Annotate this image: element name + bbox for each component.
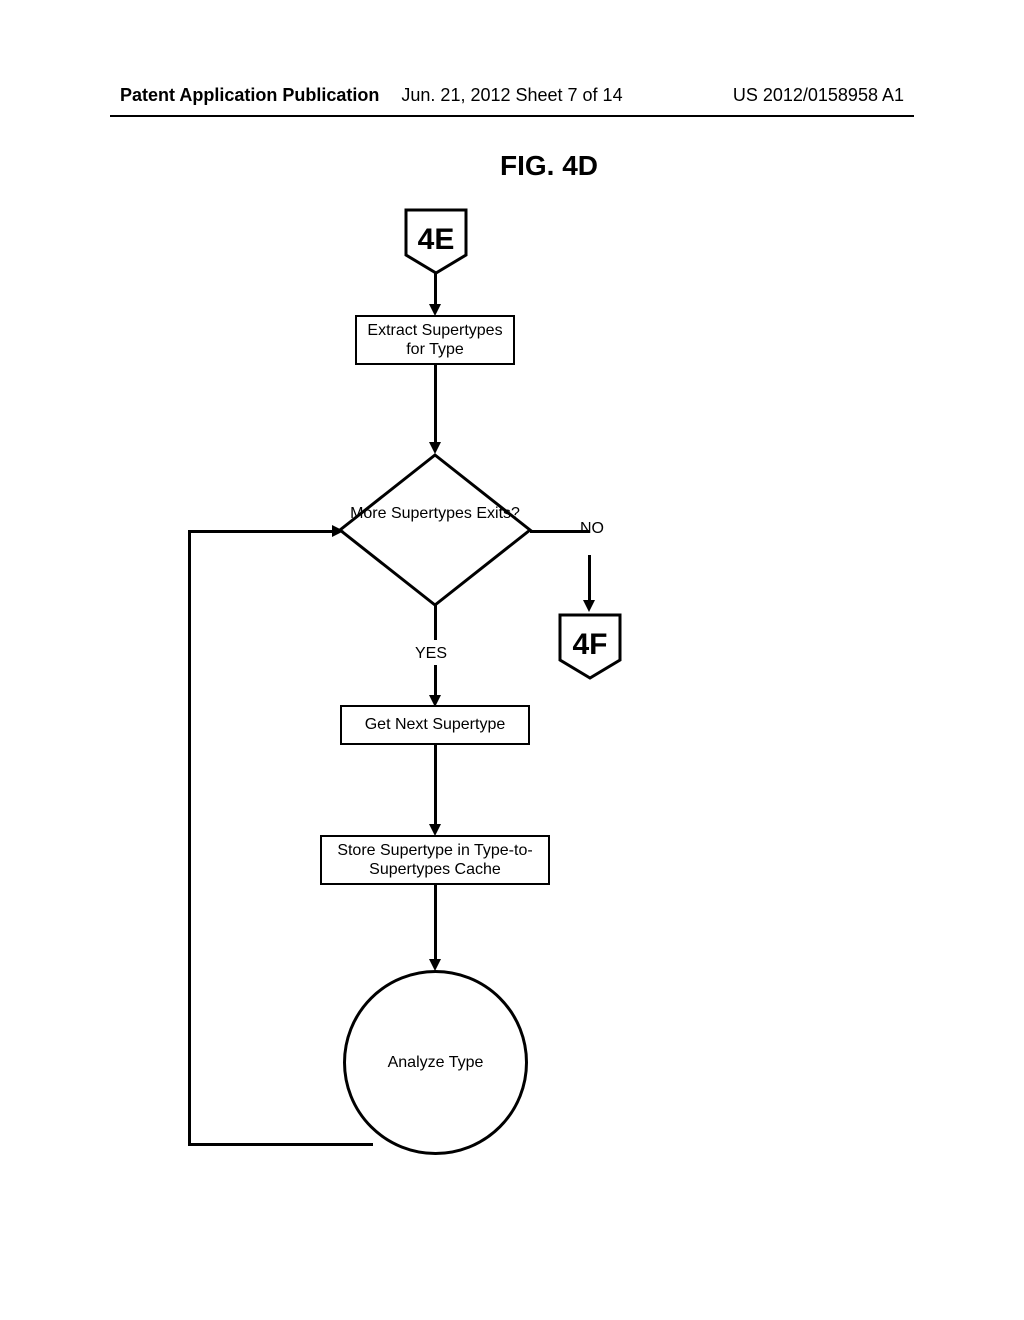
header-publication: Patent Application Publication xyxy=(120,85,379,106)
connector-in: 4E xyxy=(401,205,471,275)
arrow-line xyxy=(434,665,437,698)
box-extract-supertypes: Extract Supertypes for Type xyxy=(355,315,515,365)
decision-label: More Supertypes Exits? xyxy=(335,505,535,523)
arrow-line xyxy=(434,273,437,307)
connector-out-label: 4F xyxy=(555,628,625,662)
circle-analyze-type: Analyze Type xyxy=(343,970,528,1155)
feedback-line xyxy=(188,530,191,1145)
box-store-supertype: Store Supertype in Type-to-Supertypes Ca… xyxy=(320,835,550,885)
arrow-line xyxy=(434,745,437,827)
header-sheet: Jun. 21, 2012 Sheet 7 of 14 xyxy=(401,85,622,106)
box-store-label: Store Supertype in Type-to-Supertypes Ca… xyxy=(326,841,544,879)
decision-more-supertypes: More Supertypes Exits? xyxy=(335,450,535,610)
arrow-line xyxy=(434,885,437,962)
header-divider xyxy=(110,115,914,117)
box-getnext-label: Get Next Supertype xyxy=(365,715,506,734)
flowchart-diagram: 4E Extract Supertypes for Type More Supe… xyxy=(0,180,1024,1320)
feedback-line xyxy=(188,530,336,533)
arrow-line xyxy=(588,555,591,603)
page-header: Patent Application Publication Jun. 21, … xyxy=(0,85,1024,106)
circle-analyze-label: Analyze Type xyxy=(388,1054,484,1072)
label-yes: YES xyxy=(415,645,447,663)
arrow-head-icon xyxy=(332,525,344,537)
box-get-next-supertype: Get Next Supertype xyxy=(340,705,530,745)
connector-in-label: 4E xyxy=(401,223,471,257)
arrow-line xyxy=(434,365,437,445)
connector-out: 4F xyxy=(555,610,625,680)
figure-title: FIG. 4D xyxy=(500,150,598,182)
arrow-line xyxy=(434,605,437,640)
header-pubnum: US 2012/0158958 A1 xyxy=(733,85,904,106)
label-no: NO xyxy=(580,520,604,538)
box-extract-label: Extract Supertypes for Type xyxy=(361,321,509,359)
feedback-line xyxy=(188,1143,373,1146)
